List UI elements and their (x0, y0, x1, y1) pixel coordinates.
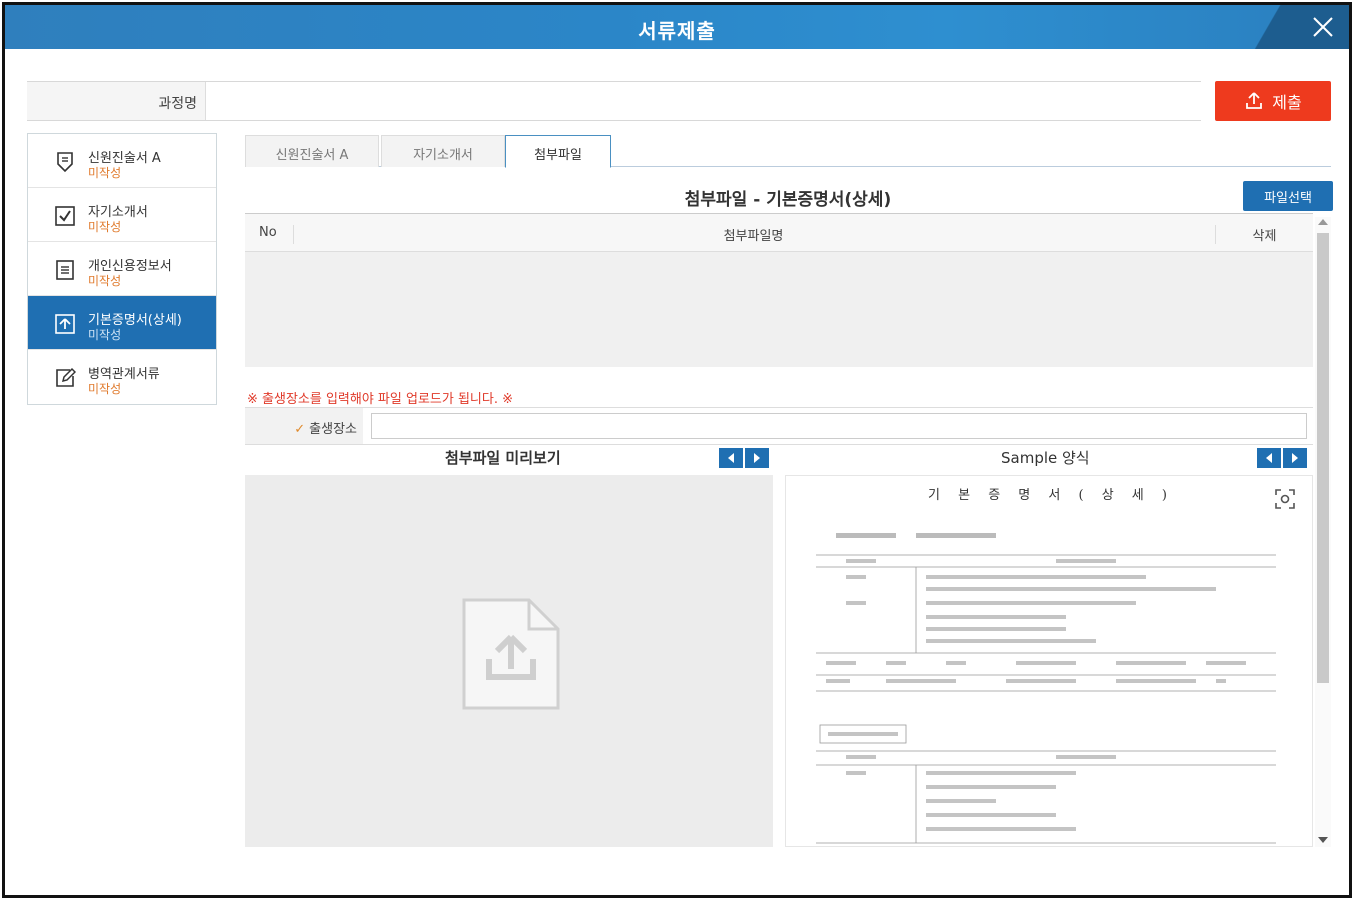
sample-form-title: Sample 양식 (1001, 449, 1090, 467)
birth-place-label: 출생장소 (309, 422, 357, 437)
sidebar-item-identity-statement[interactable]: 신원진술서 A 미작성 (28, 134, 216, 188)
file-upload-icon (462, 598, 560, 710)
scrollbar-thumb[interactable] (1317, 233, 1329, 683)
course-name-row: 과정명 (27, 81, 1201, 121)
birth-place-label-cell: ✓ 출생장소 (245, 408, 363, 444)
sidebar-item-status: 미작성 (88, 382, 122, 396)
sidebar-item-basic-certificate[interactable]: 기본증명서(상세) 미작성 (28, 296, 216, 350)
scroll-up-arrow-icon[interactable] (1318, 219, 1328, 225)
sidebar-item-status: 미작성 (88, 328, 122, 342)
sidebar-item-status: 미작성 (88, 274, 122, 288)
sample-nav (1257, 448, 1307, 468)
upload-notice: ※ 출생장소를 입력해야 파일 업로드가 됩니다. ※ (247, 392, 513, 407)
attachment-section-title: 첨부파일 - 기본증명서(상세) (684, 190, 892, 210)
dialog-title: 서류제출 (638, 19, 716, 43)
arrow-left-icon (728, 453, 734, 463)
sidebar-item-status: 미작성 (88, 166, 122, 180)
column-header-file-name: 첨부파일명 (293, 225, 1213, 244)
list-doc-icon (56, 260, 74, 280)
sample-form-preview: 기 본 증 명 서 ( 상 세 ) (785, 475, 1313, 847)
tab-attachments[interactable]: 첨부파일 (505, 135, 611, 168)
upload-icon (1246, 92, 1263, 109)
scroll-down-arrow-icon[interactable] (1318, 837, 1328, 843)
dialog-window: 서류제출 과정명 제출 신원진술서 A 미작성 자기소개서 미작성 개인신용정보… (2, 2, 1352, 898)
attachment-table-header: No 첨부파일명 삭제 (245, 214, 1313, 252)
document-tabs: 신원진술서 A 자기소개서 첨부파일 (245, 135, 1331, 168)
course-name-label: 과정명 (27, 82, 205, 120)
sidebar-item-credit-info[interactable]: 개인신용정보서 미작성 (28, 242, 216, 296)
tab-identity-statement[interactable]: 신원진술서 A (245, 135, 379, 167)
course-name-value (205, 82, 1201, 120)
sample-document-image: 기 본 증 명 서 ( 상 세 ) (816, 482, 1286, 846)
preview-next-button[interactable] (745, 448, 769, 468)
arrow-right-icon (1292, 453, 1298, 463)
vertical-scrollbar[interactable] (1315, 217, 1331, 847)
required-check-icon: ✓ (294, 422, 306, 437)
sidebar-item-military-documents[interactable]: 병역관계서류 미작성 (28, 350, 216, 404)
birth-place-row: ✓ 출생장소 (245, 407, 1313, 445)
sample-document-body (816, 533, 1276, 844)
arrow-right-icon (754, 453, 760, 463)
attachment-table: No 첨부파일명 삭제 (245, 213, 1313, 367)
shield-doc-icon (57, 152, 73, 173)
sample-prev-button[interactable] (1257, 448, 1281, 468)
sample-next-button[interactable] (1283, 448, 1307, 468)
submit-button[interactable]: 제출 (1215, 81, 1331, 121)
document-sidebar: 신원진술서 A 미작성 자기소개서 미작성 개인신용정보서 미작성 기본증명서(… (27, 133, 217, 405)
preview-prev-button[interactable] (719, 448, 743, 468)
attachment-preview-title: 첨부파일 미리보기 (445, 449, 561, 467)
sidebar-item-self-introduction[interactable]: 자기소개서 미작성 (28, 188, 216, 242)
column-header-no: No (259, 225, 277, 240)
file-select-button[interactable]: 파일선택 (1243, 181, 1333, 211)
close-button[interactable] (1307, 11, 1339, 43)
submit-label: 제출 (1272, 93, 1302, 112)
title-bar: 서류제출 (5, 5, 1349, 49)
sidebar-item-status: 미작성 (88, 220, 122, 234)
birth-place-input[interactable] (371, 413, 1307, 439)
column-header-delete: 삭제 (1215, 225, 1313, 244)
close-icon (1313, 17, 1333, 37)
sample-document-title: 기 본 증 명 서 ( 상 세 ) (928, 488, 1174, 503)
upload-box-icon (55, 314, 75, 334)
arrow-left-icon (1266, 453, 1272, 463)
checkbox-icon (55, 206, 75, 226)
preview-nav (719, 448, 769, 468)
tab-self-introduction[interactable]: 자기소개서 (381, 135, 505, 167)
edit-icon (56, 367, 76, 387)
attachment-preview-area[interactable] (245, 475, 773, 847)
